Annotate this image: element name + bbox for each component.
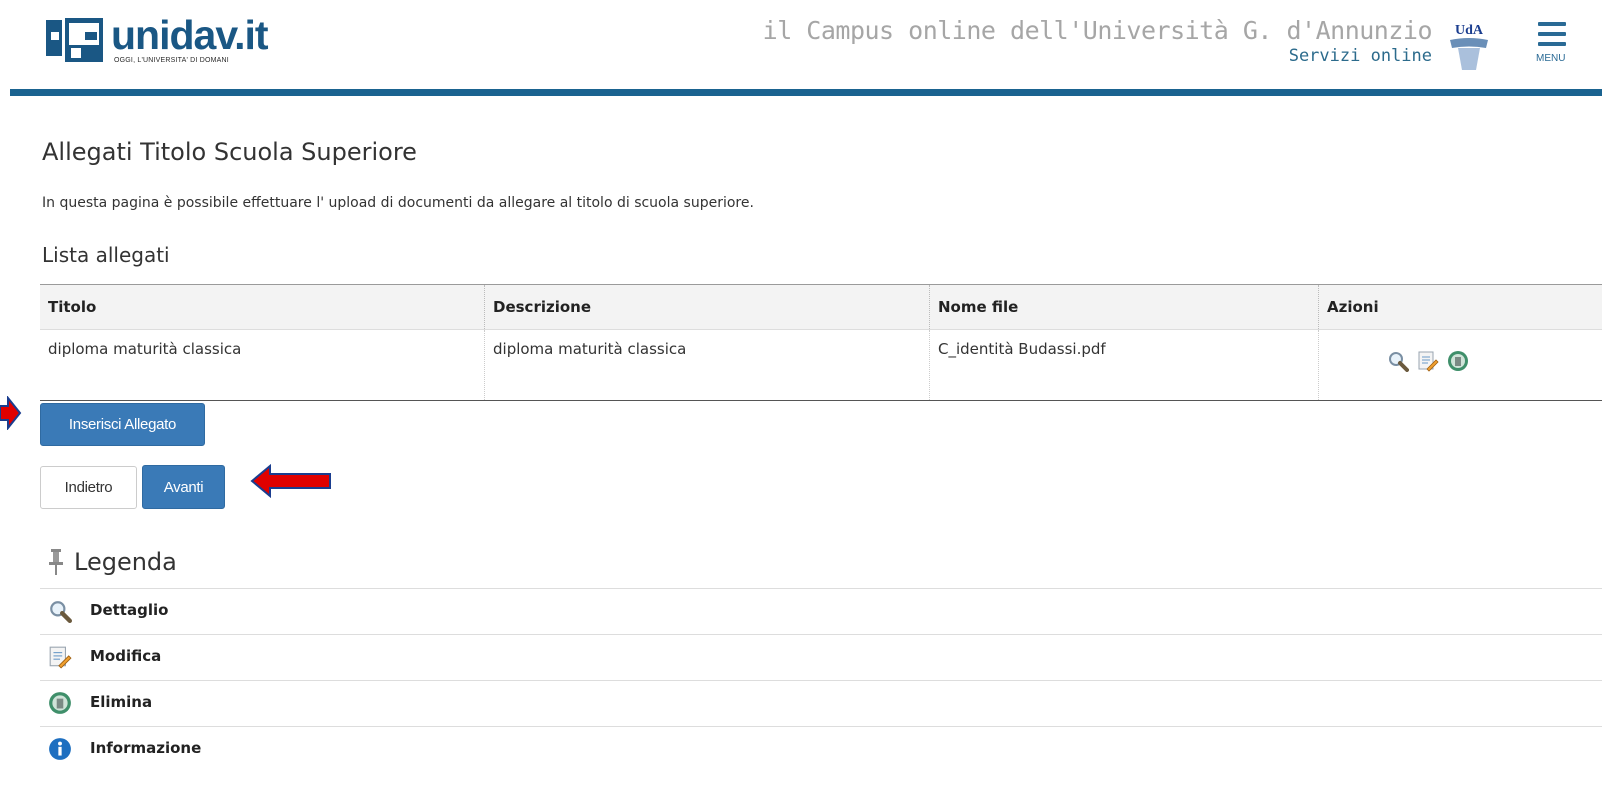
column-header-titolo[interactable]: Titolo xyxy=(40,284,485,330)
pushpin-icon xyxy=(49,549,63,575)
column-header-descrizione[interactable]: Descrizione xyxy=(484,284,930,330)
insert-attachment-button[interactable]: Inserisci Allegato xyxy=(40,403,205,446)
menu-label: MENU xyxy=(1536,53,1566,64)
table-header-row: Titolo Descrizione Nome file Azioni xyxy=(40,284,1602,330)
cell-azioni xyxy=(1319,330,1602,401)
back-button[interactable]: Indietro xyxy=(40,466,137,509)
logo-tagline: OGGI, L'UNIVERSITA' DI DOMANI xyxy=(114,57,229,64)
table-row: diploma maturità classica diploma maturi… xyxy=(40,329,1602,401)
legend-item-dettaglio: Dettaglio xyxy=(40,588,1602,633)
logo-name: unidav.it xyxy=(111,12,269,58)
cell-nome-file: C_identità Budassi.pdf xyxy=(929,329,1319,401)
legend-title: Legenda xyxy=(48,548,177,576)
site-header: unidav.it OGGI, L'UNIVERSITA' DI DOMANI … xyxy=(0,0,1602,96)
next-button[interactable]: Avanti xyxy=(142,465,225,509)
cell-descrizione: diploma maturità classica xyxy=(484,329,930,401)
edit-icon[interactable] xyxy=(1417,350,1439,372)
legend-item-elimina: Elimina xyxy=(40,680,1602,725)
unidav-logo-icon xyxy=(45,18,105,64)
legend-label-dettaglio: Dettaglio xyxy=(90,601,169,619)
header-divider xyxy=(10,89,1602,96)
search-icon[interactable] xyxy=(1387,350,1409,372)
legend-label-elimina: Elimina xyxy=(90,693,153,711)
legend-label-informazione: Informazione xyxy=(90,739,202,757)
attachments-table: Titolo Descrizione Nome file Azioni dipl… xyxy=(40,284,1602,401)
legend-item-modifica: Modifica xyxy=(40,634,1602,679)
uda-logo-text: UdA xyxy=(1455,23,1484,38)
annotation-arrow-insert xyxy=(0,396,22,430)
delete-icon xyxy=(49,692,71,714)
legend-label-modifica: Modifica xyxy=(90,647,162,665)
legend-title-text: Legenda xyxy=(74,548,177,576)
hamburger-icon xyxy=(1538,22,1566,26)
legend-item-informazione: Informazione xyxy=(40,726,1602,771)
unidav-logo[interactable]: unidav.it OGGI, L'UNIVERSITA' DI DOMANI xyxy=(45,12,285,66)
attachments-list-title: Lista allegati xyxy=(42,243,170,267)
delete-icon[interactable] xyxy=(1447,350,1469,372)
annotation-arrow-next xyxy=(250,464,331,498)
column-header-nome-file[interactable]: Nome file xyxy=(929,284,1319,330)
menu-button[interactable]: MENU xyxy=(1534,20,1602,76)
uda-logo-icon: UdA xyxy=(1450,23,1488,70)
edit-icon xyxy=(49,646,72,669)
page-title: Allegati Titolo Scuola Superiore xyxy=(42,138,417,166)
page-description: In questa pagina è possibile effettuare … xyxy=(42,195,754,211)
campus-subtitle: Servizi online xyxy=(1288,46,1432,66)
cell-titolo: diploma maturità classica xyxy=(40,329,485,401)
column-header-azioni: Azioni xyxy=(1318,284,1602,330)
search-icon xyxy=(50,601,72,623)
campus-title: il Campus online dell'Università G. d'An… xyxy=(762,16,1433,45)
info-icon xyxy=(49,738,71,760)
